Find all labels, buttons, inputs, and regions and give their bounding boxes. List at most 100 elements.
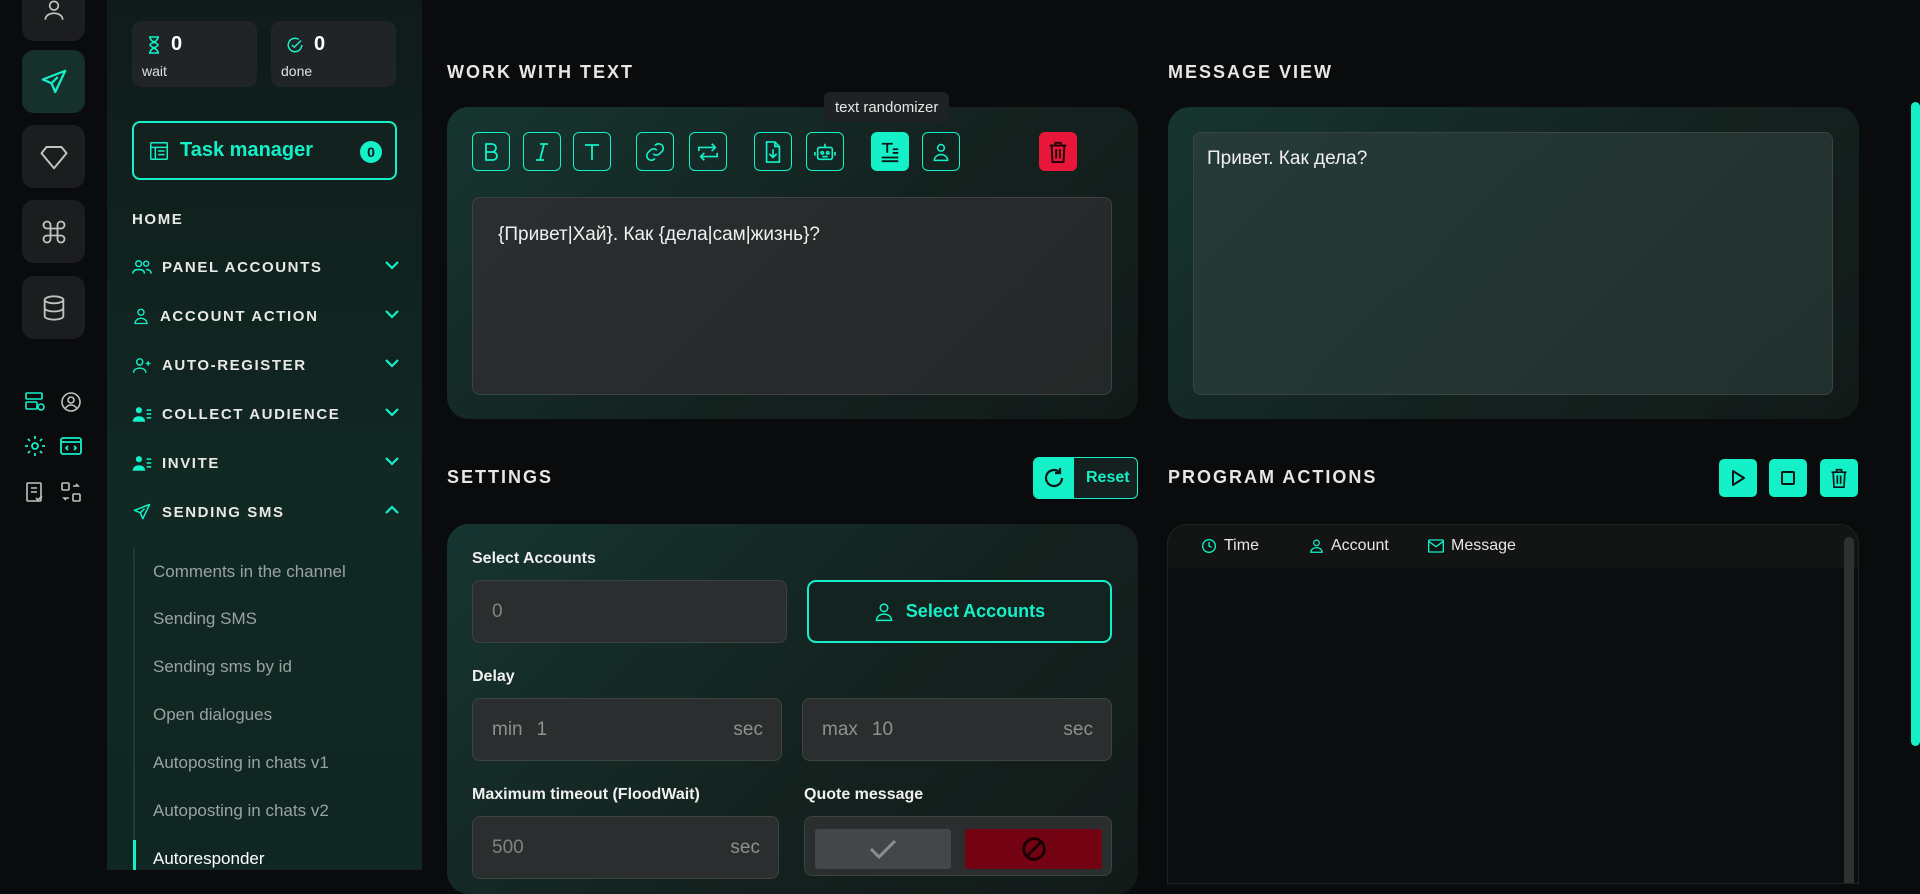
refresh-icon bbox=[1044, 468, 1064, 488]
user-icon bbox=[875, 602, 893, 621]
quote-yes-option[interactable] bbox=[815, 829, 951, 869]
delay-max-input[interactable]: max 10 sec bbox=[802, 698, 1112, 761]
stat-done-label: done bbox=[281, 63, 313, 79]
text-randomizer-button[interactable] bbox=[871, 132, 909, 171]
submenu-item-active[interactable]: Autoresponder bbox=[153, 849, 265, 869]
submenu-item[interactable]: Sending SMS bbox=[153, 609, 257, 629]
unit-sec: sec bbox=[730, 837, 760, 858]
rail-profile-button[interactable] bbox=[22, 0, 85, 41]
clear-text-button[interactable] bbox=[1039, 132, 1077, 171]
work-with-text-title: WORK WITH TEXT bbox=[447, 62, 634, 82]
diamond-icon bbox=[40, 145, 67, 169]
italic-icon bbox=[536, 142, 548, 161]
select-accounts-label: Select Accounts bbox=[472, 550, 596, 567]
trash-icon bbox=[1049, 141, 1067, 163]
rail-command-button[interactable] bbox=[22, 200, 85, 263]
play-icon bbox=[1732, 470, 1745, 486]
user-mention-button[interactable] bbox=[922, 132, 960, 171]
repeat-button[interactable] bbox=[689, 132, 727, 171]
submenu-item[interactable]: Autoposting in chats v2 bbox=[153, 801, 329, 821]
nav-auto-register[interactable]: AUTO-REGISTER bbox=[132, 354, 400, 376]
submenu-item[interactable]: Open dialogues bbox=[153, 705, 272, 725]
rail-database-button[interactable] bbox=[22, 276, 85, 339]
file-import-icon bbox=[765, 140, 781, 163]
stat-done: 0 done bbox=[271, 21, 396, 87]
users-icon bbox=[132, 260, 152, 274]
action-log-panel: Time Account Message bbox=[1167, 524, 1859, 884]
rail-tasks-button[interactable] bbox=[22, 479, 48, 505]
rail-settings-button[interactable] bbox=[22, 433, 48, 459]
submenu-item[interactable]: Comments in the channel bbox=[153, 562, 346, 582]
stat-wait-label: wait bbox=[142, 63, 167, 79]
submenu-active-indicator bbox=[133, 840, 136, 870]
select-accounts-input[interactable]: 0 bbox=[472, 580, 787, 643]
mail-icon bbox=[1428, 539, 1444, 553]
log-column-label: Account bbox=[1331, 537, 1389, 554]
user-circle-icon bbox=[61, 392, 81, 412]
settings-title: SETTINGS bbox=[447, 467, 554, 487]
clock-icon bbox=[1202, 539, 1216, 553]
chevron-up-icon bbox=[385, 505, 399, 514]
submenu-item[interactable]: Autoposting in chats v1 bbox=[153, 753, 329, 773]
timeout-placeholder: 500 bbox=[492, 836, 524, 858]
nav-label: SENDING SMS bbox=[162, 503, 285, 521]
chevron-down-icon bbox=[385, 457, 399, 466]
check-icon bbox=[869, 839, 897, 860]
unit-sec: sec bbox=[1063, 719, 1093, 740]
nav-collect-audience[interactable]: COLLECT AUDIENCE bbox=[132, 403, 400, 425]
stat-wait-value: 0 bbox=[171, 33, 183, 55]
nav-panel-accounts[interactable]: PANEL ACCOUNTS bbox=[132, 256, 400, 278]
rail-server-button[interactable] bbox=[22, 389, 48, 415]
chevron-down-icon bbox=[385, 408, 399, 417]
log-header: Time Account Message bbox=[1168, 525, 1858, 568]
delay-max-value: 10 bbox=[871, 718, 894, 740]
task-board-icon bbox=[150, 141, 168, 160]
reset-button[interactable]: Reset bbox=[1033, 457, 1138, 499]
italic-button[interactable] bbox=[523, 132, 561, 171]
robot-icon bbox=[814, 143, 836, 160]
stop-icon bbox=[1781, 471, 1795, 485]
text-icon bbox=[585, 143, 599, 160]
send-icon bbox=[41, 69, 66, 93]
delay-min-input[interactable]: min 1 sec bbox=[472, 698, 782, 761]
delay-min-prefix: min bbox=[492, 718, 523, 740]
rail-premium-button[interactable] bbox=[22, 125, 85, 188]
text-format-button[interactable] bbox=[573, 132, 611, 171]
submenu-item[interactable]: Sending sms by id bbox=[153, 657, 292, 677]
bold-button[interactable] bbox=[472, 132, 510, 171]
message-editor[interactable]: {Привет|Хай}. Как {дела|сам|жизнь}? bbox=[472, 197, 1112, 395]
log-scrollbar[interactable] bbox=[1844, 537, 1854, 883]
nav-account-action[interactable]: ACCOUNT ACTION bbox=[132, 305, 400, 327]
tooltip: text randomizer bbox=[824, 92, 950, 122]
checklist-icon bbox=[26, 482, 43, 502]
clear-log-button[interactable] bbox=[1820, 459, 1858, 497]
task-manager-count: 0 bbox=[360, 141, 382, 163]
nav-invite[interactable]: INVITE bbox=[132, 452, 400, 474]
nav-label: PANEL ACCOUNTS bbox=[162, 258, 323, 276]
unit-sec: sec bbox=[733, 719, 763, 740]
delay-min-value: 1 bbox=[536, 718, 548, 740]
rail-send-button[interactable] bbox=[22, 50, 85, 113]
file-import-button[interactable] bbox=[754, 132, 792, 171]
page-scrollbar[interactable] bbox=[1911, 102, 1920, 746]
link-button[interactable] bbox=[636, 132, 674, 171]
select-accounts-button[interactable]: Select Accounts bbox=[807, 580, 1112, 643]
nav-sending-sms[interactable]: SENDING SMS bbox=[132, 501, 400, 523]
start-button[interactable] bbox=[1719, 459, 1757, 497]
rail-convert-button[interactable] bbox=[58, 479, 84, 505]
task-manager-label: Task manager bbox=[180, 139, 314, 161]
nav-home[interactable]: HOME bbox=[132, 211, 183, 228]
convert-icon bbox=[61, 482, 81, 502]
ai-bot-button[interactable] bbox=[806, 132, 844, 171]
stop-button[interactable] bbox=[1769, 459, 1807, 497]
quote-no-option[interactable] bbox=[965, 829, 1102, 869]
bold-icon bbox=[485, 142, 498, 161]
stat-done-value: 0 bbox=[314, 33, 326, 55]
rail-user-circle-button[interactable] bbox=[58, 389, 84, 415]
send-icon bbox=[133, 503, 151, 520]
rail-code-button[interactable] bbox=[58, 433, 84, 459]
code-window-icon bbox=[60, 437, 82, 455]
message-view-title: MESSAGE VIEW bbox=[1168, 62, 1334, 82]
task-manager-button[interactable]: Task manager 0 bbox=[132, 121, 397, 180]
chevron-down-icon bbox=[385, 310, 399, 319]
